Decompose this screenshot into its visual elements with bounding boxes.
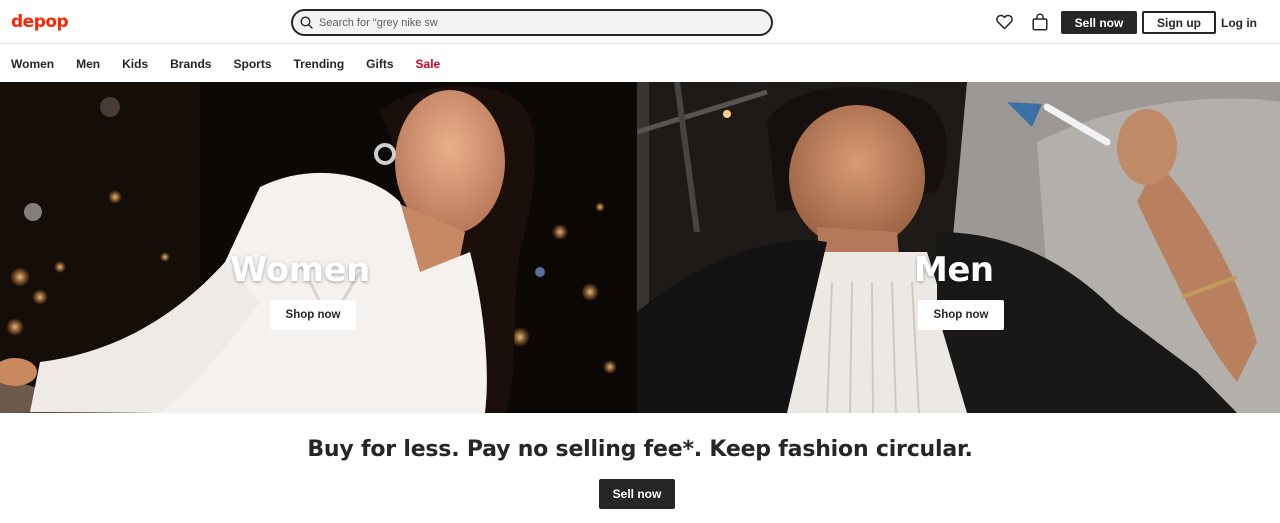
hero-women-panel[interactable]: Women Shop now <box>0 82 637 413</box>
hero-men-panel[interactable]: Men Shop now <box>637 82 1280 413</box>
tagline-heading: Buy for less. Pay no selling fee*. Keep … <box>307 437 973 462</box>
nav-item-men[interactable]: Men <box>76 57 100 71</box>
sell-now-button[interactable]: Sell now <box>1061 11 1137 34</box>
sign-up-button[interactable]: Sign up <box>1142 11 1216 34</box>
sell-now-cta-button[interactable]: Sell now <box>599 479 675 509</box>
depop-logo[interactable]: depop <box>11 11 69 33</box>
search-bar[interactable] <box>291 9 773 36</box>
shop-women-button[interactable]: Shop now <box>270 300 356 330</box>
nav-item-kids[interactable]: Kids <box>122 57 148 71</box>
nav-item-trending[interactable]: Trending <box>294 57 345 71</box>
nav-item-sports[interactable]: Sports <box>233 57 271 71</box>
search-input[interactable] <box>319 12 739 33</box>
hero-women-title: Women <box>230 250 370 290</box>
shopping-bag-icon[interactable] <box>1032 13 1048 31</box>
women-hero-image <box>0 82 637 413</box>
site-header: depop Sell now Sign up Log in <box>0 0 1280 44</box>
search-icon <box>300 16 313 29</box>
hero-men-title: Men <box>914 250 994 290</box>
heart-icon[interactable] <box>996 14 1013 30</box>
nav-item-sale[interactable]: Sale <box>416 57 441 71</box>
shop-men-button[interactable]: Shop now <box>918 300 1004 330</box>
nav-item-brands[interactable]: Brands <box>170 57 211 71</box>
category-nav: Women Men Kids Brands Sports Trending Gi… <box>0 45 1280 82</box>
nav-item-gifts[interactable]: Gifts <box>366 57 393 71</box>
log-in-link[interactable]: Log in <box>1221 16 1257 30</box>
men-hero-image <box>637 82 1280 413</box>
nav-item-women[interactable]: Women <box>11 57 54 71</box>
